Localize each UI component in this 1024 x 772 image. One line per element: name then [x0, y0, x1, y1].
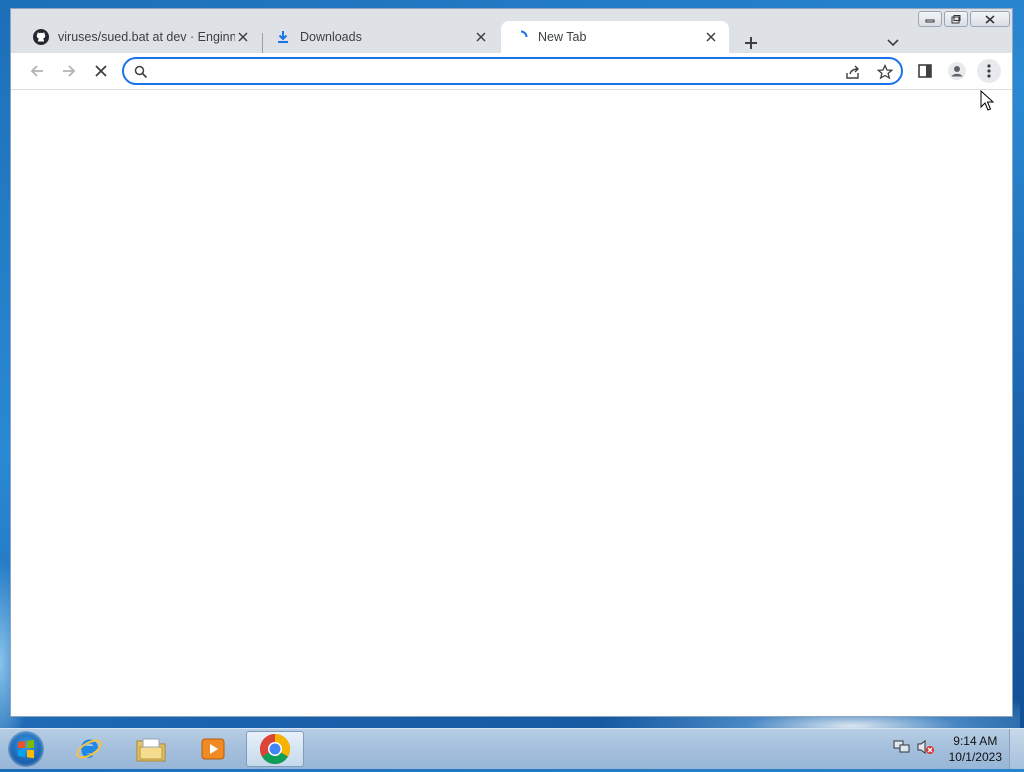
media-player-icon — [201, 738, 225, 760]
chrome-icon — [259, 734, 291, 765]
stop-loading-button[interactable] — [89, 59, 113, 83]
taskbar-chrome[interactable] — [246, 731, 304, 767]
internet-explorer-icon — [76, 739, 102, 759]
close-icon — [476, 32, 486, 42]
tab-title: New Tab — [538, 30, 587, 44]
back-button[interactable] — [25, 59, 49, 83]
side-panel-button[interactable] — [913, 59, 937, 83]
chrome-window: viruses/sued.bat at dev · Enginne Downlo… — [10, 8, 1013, 717]
show-desktop-button[interactable] — [1009, 729, 1024, 769]
clock-date: 10/1/2023 — [948, 750, 1002, 764]
tab-new-tab[interactable]: New Tab — [501, 21, 729, 53]
star-icon[interactable] — [876, 63, 894, 81]
github-icon — [33, 29, 49, 45]
kebab-menu-icon — [987, 64, 991, 78]
windows-logo-icon — [18, 739, 34, 759]
tab-strip: viruses/sued.bat at dev · Enginne Downlo… — [11, 17, 1012, 53]
address-bar[interactable] — [122, 57, 903, 85]
share-icon[interactable] — [844, 63, 862, 81]
start-button[interactable] — [8, 731, 44, 767]
file-explorer-icon — [136, 738, 166, 762]
tab-github[interactable]: viruses/sued.bat at dev · Enginne — [21, 21, 261, 53]
taskbar-media-player[interactable] — [184, 731, 242, 767]
close-icon — [238, 32, 248, 42]
new-tab-button[interactable] — [739, 31, 763, 55]
arrow-right-icon — [63, 65, 76, 77]
arrow-left-icon — [30, 65, 43, 77]
network-icon[interactable] — [893, 739, 911, 760]
chevron-down-icon — [887, 39, 899, 47]
profile-button[interactable] — [945, 59, 969, 83]
system-tray: 9:14 AM 10/1/2023 — [893, 733, 1002, 765]
taskbar: 9:14 AM 10/1/2023 — [0, 728, 1024, 769]
download-icon — [275, 29, 291, 45]
clock-time: 9:14 AM — [953, 734, 998, 748]
browser-toolbar — [11, 53, 1012, 90]
page-content[interactable] — [11, 90, 1012, 716]
tab-close-button[interactable] — [473, 29, 489, 45]
forward-button[interactable] — [57, 59, 81, 83]
taskbar-internet-explorer[interactable] — [60, 731, 118, 767]
close-icon — [95, 65, 107, 77]
tab-close-button[interactable] — [703, 29, 719, 45]
tab-title: viruses/sued.bat at dev · Enginne — [58, 30, 235, 44]
plus-icon — [745, 37, 757, 49]
clock[interactable]: 9:14 AM 10/1/2023 — [949, 733, 1002, 765]
tab-downloads[interactable]: Downloads — [263, 21, 499, 53]
tab-title: Downloads — [300, 30, 362, 44]
search-icon — [132, 63, 150, 81]
loading-spinner-icon — [513, 29, 529, 45]
address-input[interactable] — [154, 61, 838, 83]
menu-button[interactable] — [977, 59, 1001, 83]
mouse-cursor-icon — [980, 90, 994, 111]
taskbar-file-explorer[interactable] — [122, 731, 180, 767]
tab-close-button[interactable] — [235, 29, 251, 45]
close-icon — [706, 32, 716, 42]
avatar-icon — [948, 62, 966, 80]
tab-search-button[interactable] — [883, 33, 903, 53]
volume-muted-icon[interactable] — [917, 739, 935, 760]
side-panel-icon — [918, 64, 932, 78]
